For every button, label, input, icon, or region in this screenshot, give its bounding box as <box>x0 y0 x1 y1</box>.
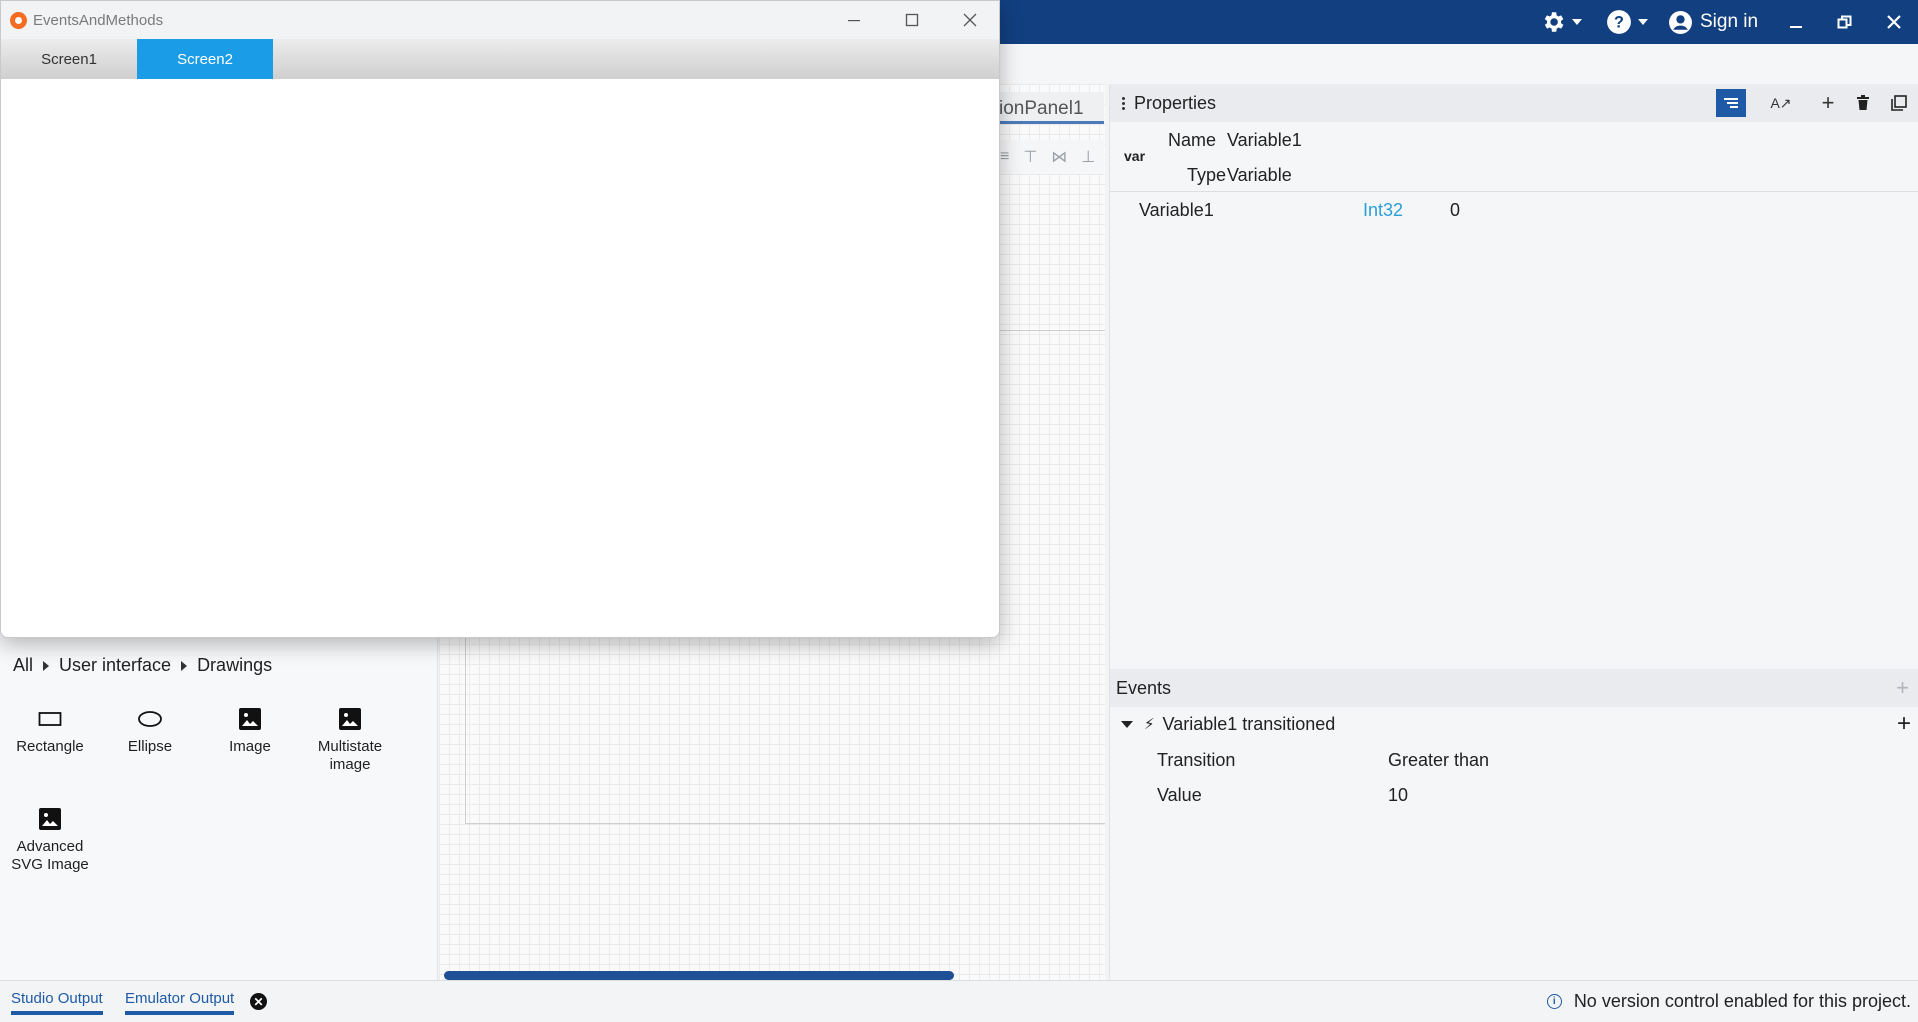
variable-row-name: Variable1 <box>1139 200 1214 220</box>
transition-value[interactable]: Greater than <box>1388 750 1489 771</box>
emulator-screen-content <box>1 79 999 637</box>
emulator-tab-bar: Screen1 Screen2 <box>1 39 999 79</box>
trash-icon <box>1857 95 1869 110</box>
name-value[interactable]: Variable1 <box>1227 130 1302 151</box>
filter-list-icon <box>1724 98 1738 108</box>
add-property-button[interactable]: + <box>1813 89 1843 117</box>
align-middle-icon[interactable]: ⋈ <box>1051 147 1067 167</box>
minimize-icon <box>848 20 860 22</box>
event-item[interactable]: ⚡︎ Variable1 transitioned + <box>1110 708 1918 740</box>
tab-screen2[interactable]: Screen2 <box>137 39 273 79</box>
close-icon <box>1887 15 1901 29</box>
type-value: Variable <box>1227 165 1292 185</box>
close-icon[interactable]: ✕ <box>250 993 267 1010</box>
library-item-label: Image <box>229 738 271 755</box>
chevron-right-icon <box>181 660 188 671</box>
delete-button[interactable] <box>1848 89 1878 117</box>
emulator-window: EventsAndMethods Screen1 Screen2 <box>0 0 1000 638</box>
library-breadcrumb: All User interface Drawings <box>13 655 272 676</box>
plus-icon: + <box>1821 90 1835 115</box>
gear-icon <box>1544 12 1564 32</box>
minimize-icon <box>1790 26 1802 28</box>
name-label: Name <box>1167 130 1216 150</box>
breadcrumb-item-user-interface[interactable]: User interface <box>59 655 171 676</box>
account-circle-icon <box>1669 10 1692 34</box>
image-icon <box>0 806 100 832</box>
popout-panel-button[interactable] <box>1884 89 1914 117</box>
close-button[interactable] <box>1878 6 1910 38</box>
help-icon: ? <box>1607 10 1631 34</box>
value-value[interactable]: 10 <box>1388 785 1408 806</box>
minimize-button[interactable] <box>1780 6 1812 38</box>
sort-by-category-button[interactable] <box>1716 89 1746 117</box>
more-options-icon[interactable] <box>1122 96 1125 110</box>
type-label: Type <box>1186 165 1226 185</box>
image-icon <box>300 706 400 732</box>
align-center-icon[interactable]: ≡ <box>1000 148 1009 166</box>
sign-in-label: Sign in <box>1700 11 1759 32</box>
sort-alpha-icon: A↗ <box>1770 94 1792 111</box>
restore-icon <box>1837 15 1851 28</box>
tab-screen1[interactable]: Screen1 <box>1 39 137 79</box>
align-bottom-icon[interactable]: ⊥ <box>1081 147 1095 167</box>
emulator-title-bar[interactable]: EventsAndMethods <box>1 1 999 39</box>
properties-title: Properties <box>1134 92 1217 113</box>
image-icon <box>200 706 300 732</box>
close-icon <box>963 13 977 27</box>
horizontal-scrollbar[interactable] <box>444 971 954 980</box>
chevron-down-icon <box>1572 19 1582 25</box>
settings-menu-button[interactable] <box>1540 8 1582 36</box>
divider <box>1110 191 1918 192</box>
sign-in-button[interactable]: Sign in <box>1668 8 1758 36</box>
plus-icon[interactable]: + <box>1896 675 1909 701</box>
tab-emulator-output[interactable]: Emulator Output <box>125 990 235 1015</box>
library-item-multistate-image[interactable]: Multistate image <box>300 706 400 774</box>
sort-alphabetical-button[interactable]: A↗ <box>1766 89 1796 117</box>
library-item-label: Advanced SVG Image <box>11 838 89 873</box>
chevron-right-icon <box>43 660 50 671</box>
events-title: Events <box>1116 677 1172 698</box>
chevron-down-icon[interactable] <box>1121 720 1133 728</box>
alignment-toolbar: ≡ ⊤ ⋈ ⊥ <box>996 140 1104 174</box>
emulator-close-button[interactable] <box>950 5 990 35</box>
library-item-ellipse[interactable]: Ellipse <box>100 706 200 756</box>
emulator-maximize-button[interactable] <box>892 5 932 35</box>
library-item-label: Rectangle <box>16 738 84 755</box>
maximize-icon <box>905 13 919 27</box>
library-item-image[interactable]: Image <box>200 706 300 756</box>
properties-header: Properties A↗ + <box>1110 84 1918 122</box>
library-item-label: Ellipse <box>127 738 173 755</box>
library-item-label: Multistate image <box>317 738 383 773</box>
help-menu-button[interactable]: ? <box>1606 8 1648 36</box>
breadcrumb-item-drawings[interactable]: Drawings <box>197 655 272 676</box>
events-header: Events + <box>1110 669 1918 707</box>
status-bar: Studio Output Emulator Output ✕ i No ver… <box>0 980 1918 1022</box>
align-top-icon[interactable]: ⊤ <box>1023 147 1037 167</box>
emulator-minimize-button[interactable] <box>834 5 874 35</box>
plus-icon[interactable]: + <box>1897 710 1911 738</box>
lightning-icon: ⚡︎ <box>1144 716 1155 733</box>
svg-text:?: ? <box>1614 13 1624 31</box>
restore-button[interactable] <box>1828 6 1860 38</box>
event-name: Variable1 transitioned <box>1162 713 1336 734</box>
value-label: Value <box>1157 785 1202 805</box>
properties-panel: Properties A↗ + var Name Variable1 Type … <box>1109 84 1918 980</box>
tab-studio-output[interactable]: Studio Output <box>11 990 103 1015</box>
rectangle-icon <box>0 706 100 732</box>
emulator-title: EventsAndMethods <box>33 11 164 29</box>
variable-row-data-type[interactable]: Int32 <box>1363 200 1403 221</box>
tab-navigation-panel[interactable]: ionPanel1 <box>996 92 1104 124</box>
chevron-down-icon <box>1638 19 1648 25</box>
variable-row-value[interactable]: 0 <box>1450 200 1460 221</box>
app-logo-icon <box>10 11 27 29</box>
breadcrumb-item-all[interactable]: All <box>13 655 33 676</box>
ellipse-icon <box>100 706 200 732</box>
version-control-status: i No version control enabled for this pr… <box>1546 991 1911 1012</box>
open-in-window-icon <box>1891 95 1907 111</box>
info-icon: i <box>1546 994 1562 1009</box>
status-message: No version control enabled for this proj… <box>1573 991 1911 1011</box>
library-item-advanced-svg-image[interactable]: Advanced SVG Image <box>0 806 100 874</box>
transition-label: Transition <box>1157 750 1236 770</box>
library-item-rectangle[interactable]: Rectangle <box>0 706 100 756</box>
